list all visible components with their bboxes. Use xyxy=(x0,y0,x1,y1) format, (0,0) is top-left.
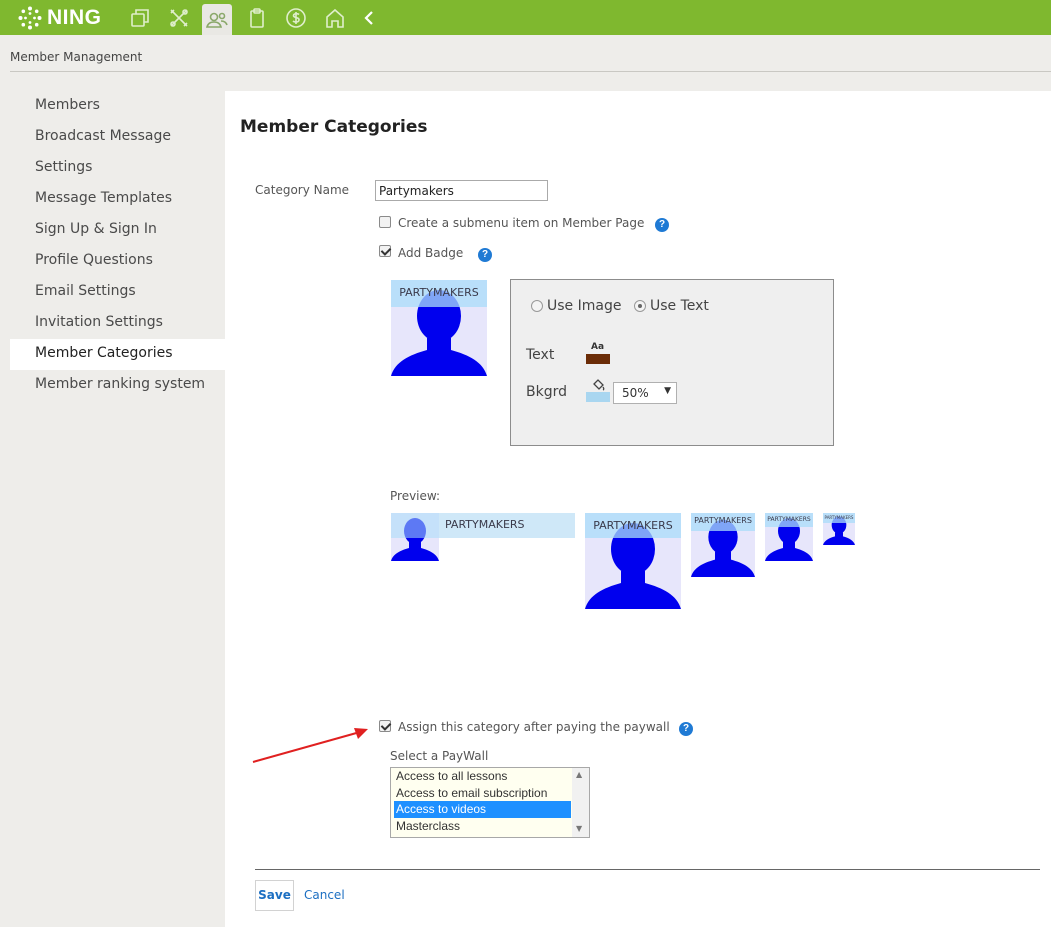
paywall-option-all-lessons[interactable]: Access to all lessons xyxy=(391,768,571,785)
pages-icon[interactable] xyxy=(125,4,155,31)
paywall-option-email-subscription[interactable]: Access to email subscription xyxy=(391,785,571,802)
preview-badge-wide: PARTYMAKERS xyxy=(391,513,575,561)
clipboard-icon[interactable] xyxy=(242,4,272,31)
submenu-checkbox[interactable] xyxy=(379,216,391,228)
add-badge-label: Add Badge xyxy=(398,246,464,260)
use-image-label: Use Image xyxy=(547,298,622,314)
sidebar-item-email-settings[interactable]: Email Settings xyxy=(10,277,225,308)
preview-large-text: PARTYMAKERS xyxy=(585,513,681,538)
submenu-help-icon[interactable]: ? xyxy=(655,218,669,232)
back-chevron-icon[interactable] xyxy=(354,4,384,31)
sidebar: Members Broadcast Message Settings Messa… xyxy=(10,91,225,401)
background-color-swatch[interactable] xyxy=(586,378,610,402)
paywall-checkbox-label: Assign this category after paying the pa… xyxy=(398,720,670,734)
background-color-bar xyxy=(586,392,610,402)
badge-settings-box: Use Image Use Text Text Aa Bkgrd 50% ▼ xyxy=(510,279,834,446)
use-text-label: Use Text xyxy=(650,298,709,314)
paywall-option-videos[interactable]: Access to videos xyxy=(394,801,571,818)
tools-icon[interactable] xyxy=(164,4,194,31)
preview-small-text: PARTYMAKERS xyxy=(765,513,813,527)
top-toolbar: NING xyxy=(0,0,1051,35)
add-badge-help-icon[interactable]: ? xyxy=(478,248,492,262)
dropdown-arrow-icon: ▼ xyxy=(664,386,671,396)
home-icon[interactable] xyxy=(320,4,350,31)
use-image-radio[interactable] xyxy=(531,300,543,312)
preview-wide-avatar xyxy=(391,513,439,561)
paint-bucket-icon xyxy=(593,379,605,391)
preview-label: Preview: xyxy=(390,489,441,503)
page-title: Member Categories xyxy=(240,117,428,137)
preview-badge-small: PARTYMAKERS xyxy=(765,513,813,561)
opacity-select[interactable]: 50% ▼ xyxy=(613,382,677,404)
annotation-arrow-icon xyxy=(252,728,368,763)
sidebar-item-message-templates[interactable]: Message Templates xyxy=(10,184,225,215)
scroll-down-icon[interactable]: ▼ xyxy=(576,824,582,833)
save-button[interactable]: Save xyxy=(255,880,294,911)
sidebar-item-members[interactable]: Members xyxy=(10,91,225,122)
sidebar-item-broadcast-message[interactable]: Broadcast Message xyxy=(10,122,225,153)
text-color-icon: Aa xyxy=(591,342,605,352)
preview-badge-tiny: PARTYMAKERS xyxy=(823,513,855,545)
preview-wide-text: PARTYMAKERS xyxy=(445,518,525,531)
add-badge-checkbox[interactable] xyxy=(379,245,391,257)
main-panel: Member Categories Category Name Create a… xyxy=(225,91,1051,927)
sidebar-item-invitation-settings[interactable]: Invitation Settings xyxy=(10,308,225,339)
badge-avatar: PARTYMAKERS xyxy=(391,280,487,376)
text-color-swatch[interactable]: Aa xyxy=(586,342,610,364)
paywall-select-label: Select a PayWall xyxy=(390,749,489,763)
cancel-link[interactable]: Cancel xyxy=(304,888,345,902)
sidebar-item-settings[interactable]: Settings xyxy=(10,153,225,184)
logo-text: NING xyxy=(47,6,102,29)
form-divider xyxy=(255,869,1040,870)
sidebar-item-sign-up-sign-in[interactable]: Sign Up & Sign In xyxy=(10,215,225,246)
preview-wide-overlay xyxy=(391,513,439,538)
sidebar-item-profile-questions[interactable]: Profile Questions xyxy=(10,246,225,277)
members-icon[interactable] xyxy=(202,4,232,35)
category-name-input[interactable] xyxy=(375,180,548,201)
ning-logo-icon xyxy=(18,6,42,30)
dollar-icon[interactable] xyxy=(281,4,311,31)
sidebar-item-member-ranking-system[interactable]: Member ranking system xyxy=(10,370,225,401)
breadcrumb: Member Management xyxy=(10,50,143,64)
text-color-label: Text xyxy=(526,347,555,363)
use-text-radio[interactable] xyxy=(634,300,646,312)
preview-medium-text: PARTYMAKERS xyxy=(691,513,755,531)
text-color-bar xyxy=(586,354,610,364)
submenu-checkbox-label: Create a submenu item on Member Page xyxy=(398,216,645,230)
sidebar-item-member-categories[interactable]: Member Categories xyxy=(10,339,225,370)
opacity-value: 50% xyxy=(622,386,649,400)
background-color-label: Bkgrd xyxy=(526,384,567,400)
ning-logo[interactable]: NING xyxy=(18,6,102,30)
paywall-listbox[interactable]: Access to all lessons Access to email su… xyxy=(390,767,590,838)
breadcrumb-divider xyxy=(10,71,1051,72)
listbox-scrollbar[interactable]: ▲ ▼ xyxy=(572,768,589,837)
preview-badge-large: PARTYMAKERS xyxy=(585,513,681,609)
scroll-up-icon[interactable]: ▲ xyxy=(576,770,582,779)
paywall-help-icon[interactable]: ? xyxy=(679,722,693,736)
preview-tiny-text: PARTYMAKERS xyxy=(823,513,855,523)
preview-badge-medium: PARTYMAKERS xyxy=(691,513,755,577)
paywall-option-masterclass[interactable]: Masterclass xyxy=(391,818,571,835)
badge-text-band: PARTYMAKERS xyxy=(391,280,487,307)
paywall-checkbox[interactable] xyxy=(379,720,391,732)
category-name-label: Category Name xyxy=(255,183,350,197)
